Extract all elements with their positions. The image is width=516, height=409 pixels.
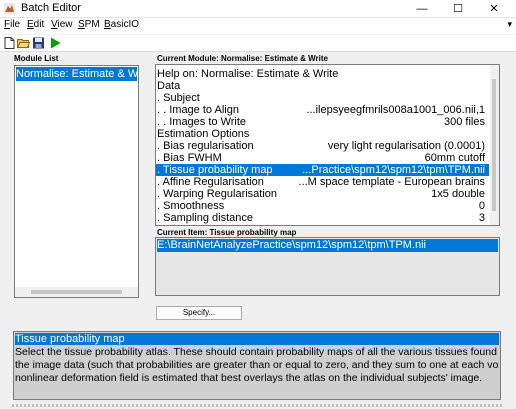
help-text-line: the image data (such that probabilities … [15,359,499,371]
help-title: Tissue probability map [15,333,499,345]
current-module-label: Current Module: Normalise: Estimate & Wr… [157,54,328,63]
current-module-vscroll-thumb[interactable] [492,79,496,211]
menu-overflow-icon[interactable]: ▾ [507,19,512,30]
open-folder-icon[interactable] [17,37,30,49]
module-row-images-to-write[interactable]: . . Images to Write 300 files [156,116,489,128]
menu-view[interactable]: View [51,19,73,30]
run-icon[interactable] [49,37,62,49]
module-list-hscrollbar[interactable] [15,287,138,297]
help-text-line: Select the tissue probability atlas. The… [15,346,499,358]
window-bottom-edge [12,404,502,407]
minimize-icon: — [416,2,428,15]
save-icon[interactable] [32,37,45,49]
menu-basicio[interactable]: BasicIO [104,19,139,30]
module-row-help[interactable]: Help on: Normalise: Estimate & Write [156,68,489,80]
current-module-list[interactable]: Help on: Normalise: Estimate & Write Dat… [155,64,500,226]
specify-button[interactable]: Specify... [156,306,242,320]
menu-bar: File Edit View SPM BasicIO ▾ [0,18,516,34]
window-title: Batch Editor [21,2,81,14]
current-item-label: Current Item: Tissue probability map [157,228,297,237]
module-row-image-to-align[interactable]: . . Image to Align ...ilepsyeegfmrils008a… [156,104,489,116]
title-bar: Batch Editor — ☐ ✕ [0,0,516,18]
help-panel: Tissue probability map Select the tissue… [13,331,501,400]
close-button[interactable]: ✕ [476,0,512,17]
module-row-estimation-options[interactable]: Estimation Options [156,128,489,140]
module-row-tissue-probability-map[interactable]: . Tissue probability map ...Practice\spm1… [156,164,489,176]
module-row-bias-fwhm[interactable]: . Bias FWHM 60mm cutoff [156,152,489,164]
current-item-value[interactable]: E:\BrainNetAnalyzePractice\spm12\spm12\t… [157,239,498,252]
menu-spm[interactable]: SPM [78,19,100,30]
new-document-icon[interactable] [3,37,16,49]
close-icon: ✕ [489,3,499,15]
module-list-item[interactable]: Normalise: Estimate & Write [16,67,137,81]
toolbar [0,35,516,52]
module-row-bias-regularisation[interactable]: . Bias regularisation very light regulari… [156,140,489,152]
module-row-sampling-distance[interactable]: . Sampling distance 3 [156,212,489,224]
help-text-line: nonlinear deformation field is estimated… [15,372,483,384]
module-list-hscroll-thumb[interactable] [31,290,122,294]
menu-file[interactable]: File [4,19,20,30]
module-row-smoothness[interactable]: . Smoothness 0 [156,200,489,212]
current-module-vscrollbar[interactable] [490,65,499,225]
current-item-list[interactable]: E:\BrainNetAnalyzePractice\spm12\spm12\t… [155,237,500,296]
module-row-subject[interactable]: . Subject [156,92,489,104]
module-row-affine-regularisation[interactable]: . Affine Regularisation ...M space templa… [156,176,489,188]
module-list[interactable]: Normalise: Estimate & Write [14,65,139,298]
minimize-button[interactable]: — [404,0,440,17]
module-row-data[interactable]: Data [156,80,489,92]
matlab-app-icon [4,3,15,14]
module-list-label: Module List [14,54,59,63]
menu-edit[interactable]: Edit [27,19,44,30]
maximize-icon: ☐ [453,3,463,15]
module-row-warping-regularisation[interactable]: . Warping Regularisation 1x5 double [156,188,489,200]
maximize-button[interactable]: ☐ [440,0,476,17]
